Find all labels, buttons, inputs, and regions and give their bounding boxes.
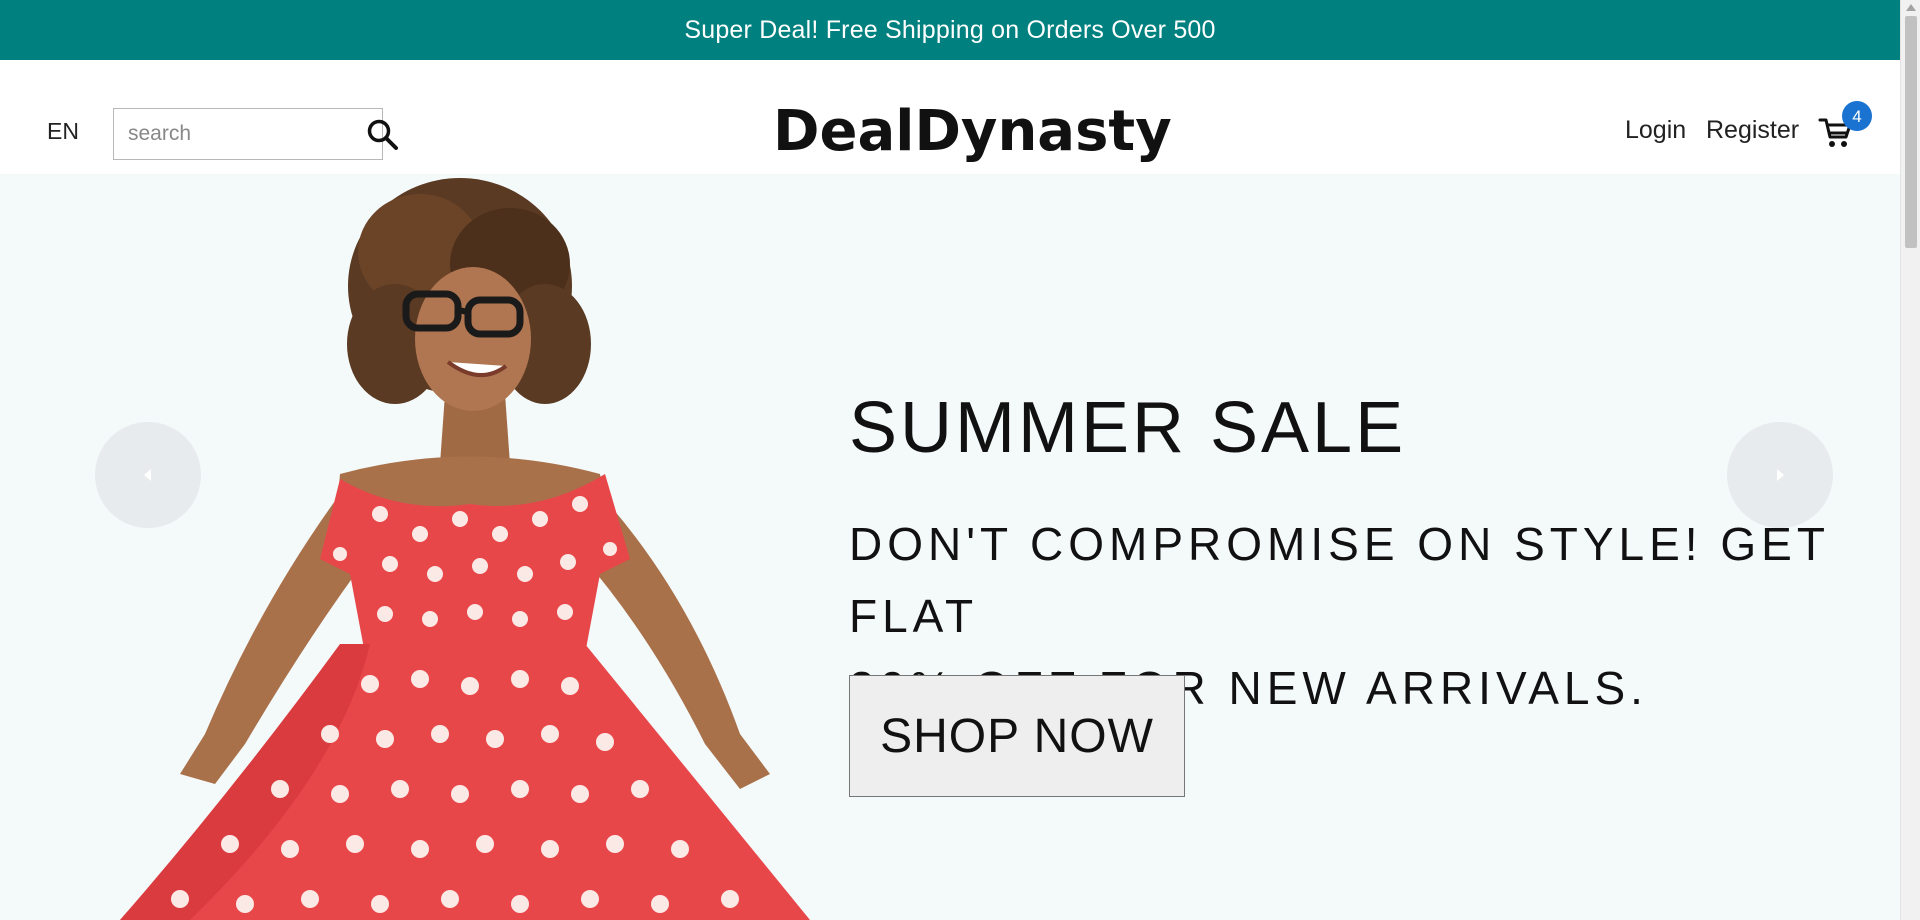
search-input[interactable] xyxy=(114,109,354,159)
page: Super Deal! Free Shipping on Orders Over… xyxy=(0,0,1920,920)
search-box xyxy=(113,108,383,160)
cart-count-badge: 4 xyxy=(1842,101,1872,131)
announcement-text: Super Deal! Free Shipping on Orders Over… xyxy=(684,15,1216,44)
arrow-left-icon xyxy=(144,469,151,481)
hero-title: SUMMER SALE xyxy=(849,388,1407,468)
hero-model-image xyxy=(120,178,810,920)
cart-button[interactable]: 4 xyxy=(1818,101,1872,155)
arrow-right-icon xyxy=(1777,469,1784,481)
slider-prev-button[interactable] xyxy=(95,422,201,528)
language-selector[interactable]: EN xyxy=(47,120,79,143)
scroll-up-arrow-icon[interactable] xyxy=(1906,4,1916,11)
site-logo[interactable]: DealDynasty xyxy=(773,104,1172,160)
register-link[interactable]: Register xyxy=(1706,118,1799,143)
login-link[interactable]: Login xyxy=(1625,118,1686,143)
search-icon[interactable] xyxy=(366,118,400,152)
announcement-bar: Super Deal! Free Shipping on Orders Over… xyxy=(0,0,1900,60)
hero-slider: SUMMER SALE DON'T COMPROMISE ON STYLE! G… xyxy=(0,174,1900,920)
site-header: EN DealDynasty Login Register xyxy=(0,60,1900,174)
shop-now-button[interactable]: SHOP NOW xyxy=(849,675,1185,797)
vertical-scrollbar[interactable] xyxy=(1900,0,1920,920)
scrollbar-thumb[interactable] xyxy=(1905,16,1917,248)
